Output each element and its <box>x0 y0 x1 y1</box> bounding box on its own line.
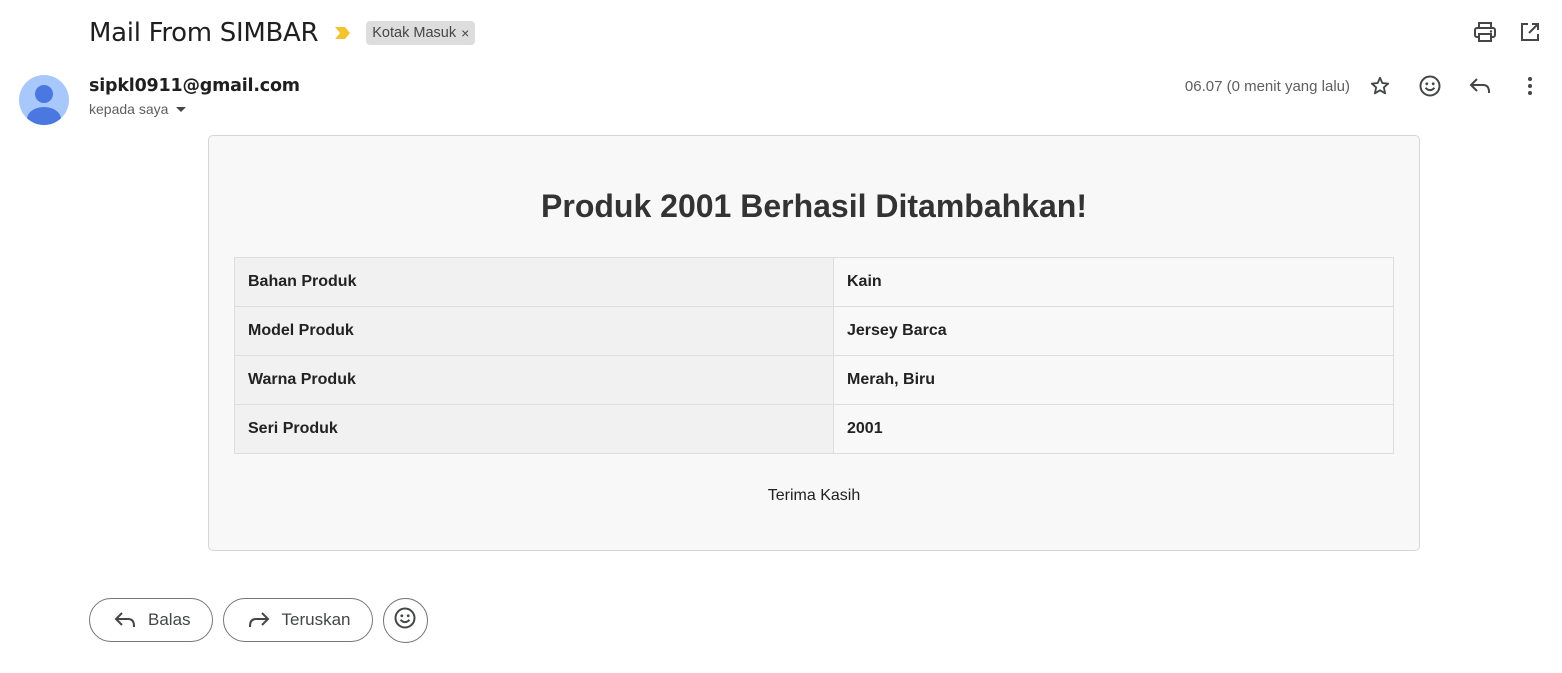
avatar[interactable] <box>19 75 69 125</box>
row-value: 2001 <box>833 404 1394 454</box>
message-heading: Produk 2001 Berhasil Ditambahkan! <box>541 188 1087 224</box>
more-vert-icon[interactable] <box>1518 74 1542 98</box>
star-icon[interactable] <box>1368 74 1392 98</box>
forward-button-label: Teruskan <box>281 610 351 629</box>
reply-button-label: Balas <box>148 610 191 629</box>
recipient-line: kepada saya <box>89 101 300 117</box>
print-icon[interactable] <box>1473 20 1497 44</box>
product-info-table: Bahan Produk Kain Model Produk Jersey Ba… <box>234 257 1394 454</box>
reply-icon[interactable] <box>1468 74 1492 98</box>
label-chip-text: Kotak Masuk <box>372 25 457 41</box>
row-value: Jersey Barca <box>833 306 1394 356</box>
row-value: Merah, Biru <box>833 355 1394 405</box>
reply-icon <box>114 609 136 631</box>
open-in-new-window-icon[interactable] <box>1518 20 1542 44</box>
message-meta: 06.07 (0 menit yang lalu) <box>1185 74 1542 98</box>
recipient-details-dropdown-icon[interactable] <box>176 106 187 112</box>
row-key: Warna Produk <box>234 355 834 405</box>
subject-row: Mail From SIMBAR Kotak Masuk × <box>89 14 476 52</box>
row-key: Seri Produk <box>234 404 834 454</box>
row-key: Bahan Produk <box>234 257 834 307</box>
reply-button[interactable]: Balas <box>89 598 213 642</box>
forward-icon <box>248 609 270 631</box>
closing-text: Terima Kasih <box>767 487 861 504</box>
thread-actions <box>1473 20 1542 44</box>
table-row: Bahan Produk Kain <box>234 257 1394 307</box>
emoji-icon <box>394 607 416 634</box>
remove-label-icon[interactable]: × <box>461 25 469 41</box>
emoji-icon[interactable] <box>1418 74 1442 98</box>
row-key: Model Produk <box>234 306 834 356</box>
sender-address[interactable]: sipkl0911@gmail.com <box>89 76 300 96</box>
row-value: Kain <box>833 257 1394 307</box>
importance-marker-icon[interactable] <box>334 26 352 40</box>
email-subject: Mail From SIMBAR <box>89 18 319 48</box>
label-chip-inbox: Kotak Masuk × <box>366 21 476 45</box>
table-row: Model Produk Jersey Barca <box>234 306 1394 356</box>
recipient-text: kepada saya <box>89 101 169 117</box>
sender-block: sipkl0911@gmail.com kepada saya <box>89 76 300 117</box>
forward-button[interactable]: Teruskan <box>222 598 373 642</box>
table-row: Seri Produk 2001 <box>234 404 1394 454</box>
reply-actions: Balas Teruskan <box>89 598 428 643</box>
message-body-card: Produk 2001 Berhasil Ditambahkan! Bahan … <box>208 135 1420 551</box>
timestamp: 06.07 (0 menit yang lalu) <box>1184 77 1350 95</box>
emoji-reaction-button[interactable] <box>382 598 428 643</box>
table-row: Warna Produk Merah, Biru <box>234 355 1394 405</box>
